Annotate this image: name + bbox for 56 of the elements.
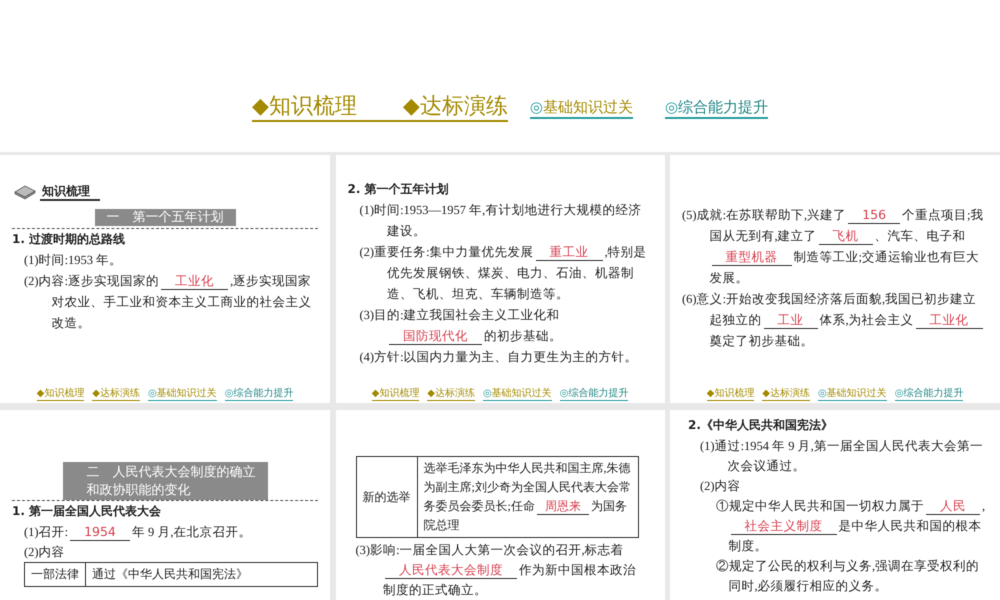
paragraph: (1)召开: 1954 年 9 月,在北京召开。 (24, 522, 252, 542)
answer-blank: 人民 (926, 497, 980, 515)
answer-blank: 1954 (70, 523, 130, 541)
paragraph: (3)目的:建立我国社会主义工业化和 国防现代化 的初步基础。 (360, 307, 563, 347)
answer-blank: 社会主义制度 (730, 517, 836, 535)
paragraph: (2)内容 (700, 478, 742, 495)
section-title: 一 第一个五年计划 (94, 209, 236, 226)
paragraph: (1)通过:1954 年 9 月,第一届全国人民代表大会第一次会议通过。 (700, 438, 984, 475)
heading: 1. 过渡时期的总路线 (12, 231, 126, 248)
answer-blank: 飞机 (818, 227, 873, 245)
paragraph: (6)意义:开始改变我国经济落后面貌,我国已初步建立起独立的 工业 体系,为社会主义 工业化 奠定了初步基础。 (682, 289, 988, 352)
paragraph: (1)时间:1953—1957 年,有计划地进行大规模的经济建设。 (360, 202, 642, 240)
answer-blank: 国防现代化 (389, 327, 482, 345)
paragraph: (2)重要任务:集中力量优先发展 重工业 ,特别是优先发展钢铁、煤炭、电力、石油、机器制造、飞机、坦克、车辆制造等。 (360, 242, 648, 303)
heading: 2.《中华人民共和国宪法》 (688, 417, 834, 434)
paragraph: (1)时间:1953 年。 (24, 252, 124, 269)
paragraph: (5)成就:在苏联帮助下,兴建了 156 个重点项目;我国从无到有,建立了 飞机 、汽车、电子和 重型机器 制造等工业;交通运输业也有巨大发展。 (682, 205, 985, 287)
nav-link[interactable]: ◎基础知识过关 (818, 388, 887, 401)
paragraph: (3)影响:一届全国人大第一次会议的召开,标志着 人民代表大会制度 作为新中国根本政治制度的正式确立。 (356, 542, 637, 599)
nav-link[interactable]: ◆知识梳理 (36, 388, 84, 401)
answer-blank: 156 (848, 206, 900, 224)
nav-link[interactable]: ◆知识梳理 (372, 388, 420, 401)
nav-link[interactable]: ◆达标演练 (427, 388, 475, 401)
table-cell: 一部法律 (24, 562, 86, 586)
nav-link[interactable]: ◎基础知识过关 (530, 98, 633, 119)
paragraph: ①规定中华人民共和国一切权力属于 人民 , 社会主义制度 是中华人民共和国的根本制度。 (716, 496, 986, 555)
nav-link[interactable]: ◎基础知识过关 (148, 388, 217, 401)
answer-blank: 周恩来 (536, 499, 589, 515)
book-icon (14, 184, 36, 200)
table-cell: 新的选举 (356, 456, 417, 538)
answer-blank: 重型机器 (712, 248, 792, 266)
answer-blank: 人民代表大会制度 (385, 561, 517, 579)
nav-link[interactable]: ◎综合能力提升 (224, 388, 294, 401)
paragraph: ②规定了公民的权利与义务,强调在享受权利的同时,必须履行相应的义务。 (716, 558, 980, 595)
nav-link[interactable]: ◆知识梳理 (252, 94, 403, 122)
nav-link[interactable]: ◎综合能力提升 (560, 388, 628, 401)
nav-link[interactable]: ◆达标演练 (762, 388, 810, 401)
nav-link[interactable]: ◎综合能力提升 (894, 388, 964, 401)
nav-link[interactable]: ◆达标演练 (92, 388, 140, 401)
heading: 2. 第一个五年计划 (348, 181, 450, 198)
paragraph: (2)内容 (24, 544, 66, 561)
nav-link[interactable]: ◆知识梳理 (706, 388, 754, 401)
table-cell: 选举毛泽东为中华人民共和国主席,朱德为副主席;刘少奇为全国人民代表大会常务委员会委员长;任命 周恩来 为国务院总理 (417, 456, 638, 538)
nav-link[interactable]: ◎综合能力提升 (664, 98, 768, 119)
answer-blank: 工业化 (161, 272, 228, 290)
section-title: 二 人民代表大会制度的确立 和政协职能的变化 (62, 462, 268, 500)
section-badge-title: 知识梳理 (40, 183, 100, 201)
answer-blank: 工业 (764, 311, 818, 329)
paragraph: (2)内容:逐步实现国家的 工业化 ,逐步实现国家对农业、手工业和资本主义工商业的社会主义改造。 (24, 271, 312, 332)
answer-blank: 工业化 (916, 311, 983, 329)
answer-blank: 重工业 (536, 243, 603, 261)
nav-link[interactable]: ◎基础知识过关 (482, 388, 552, 401)
paragraph: (4)方针:以国内力量为主、自力更生为主的方针。 (360, 349, 639, 366)
nav-link[interactable]: ◆达标演练 (402, 94, 508, 122)
table-cell: 通过《中华人民共和国宪法》 (86, 562, 318, 586)
heading: 1. 第一届全国人民代表大会 (12, 503, 162, 520)
